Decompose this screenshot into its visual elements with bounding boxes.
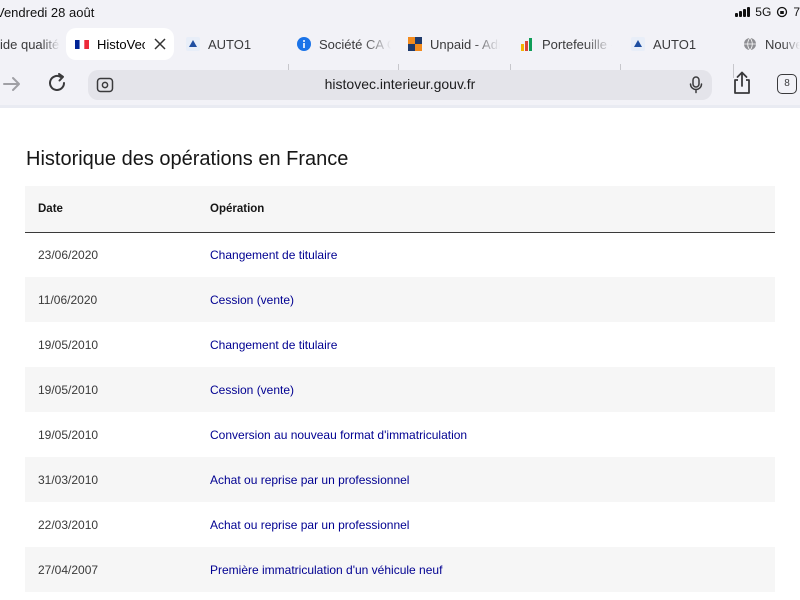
address-bar[interactable]: histovec.interieur.gouv.fr — [88, 70, 712, 100]
tab-label: Nouve — [765, 36, 800, 52]
row-operation: Achat ou reprise par un professionnel — [210, 472, 410, 487]
status-indicators: 5G 7 — [735, 5, 800, 19]
forward-arrow-icon[interactable] — [2, 74, 22, 94]
table-row: 19/05/2010 Cession (vente) — [25, 367, 775, 412]
table-row: 31/03/2010 Achat ou reprise par un profe… — [25, 457, 775, 502]
reload-icon[interactable] — [46, 72, 68, 94]
row-date: 19/05/2010 — [38, 427, 99, 442]
table-row: 19/05/2010 Changement de titulaire — [25, 322, 775, 367]
network-type: 5G — [755, 5, 772, 19]
tab-label: AUTO1 — [208, 36, 252, 52]
row-date: 31/03/2010 — [38, 472, 99, 487]
tab-unpaid[interactable]: Unpaid - Adm — [408, 28, 500, 60]
tab-label: AUTO1 — [653, 36, 697, 52]
table-row: 27/04/2007 Première immatriculation d'un… — [25, 547, 775, 592]
tab-label: Portefeuille - — [542, 36, 612, 52]
page-content: Historique des opérations en France Date… — [0, 108, 800, 600]
table-header-row: Date Opération — [25, 186, 775, 232]
tab-label: ide qualité — [0, 36, 60, 52]
table-row: 11/06/2020 Cession (vente) — [25, 277, 775, 322]
tab-portefeuille[interactable]: Portefeuille - — [520, 28, 612, 60]
table-row: 23/06/2020 Changement de titulaire — [25, 232, 775, 277]
operations-table: Date Opération 23/06/2020 Changement de … — [25, 186, 775, 592]
table-row: 22/03/2010 Achat ou reprise par un profe… — [25, 502, 775, 547]
row-date: 22/03/2010 — [38, 517, 99, 532]
info-icon — [297, 37, 311, 51]
tab-auto1[interactable]: AUTO1 — [186, 28, 282, 60]
url-text: histovec.interieur.gouv.fr — [324, 76, 476, 92]
tab-ide-qualite[interactable]: ide qualité — [0, 28, 60, 60]
page-title: Historique des opérations en France — [26, 148, 349, 170]
tab-nouvel-onglet[interactable]: Nouve — [743, 28, 800, 60]
column-header-operation: Opération — [210, 202, 265, 215]
tab-label: HistoVec — [97, 36, 145, 52]
tab-societe-ca[interactable]: Société CA C — [297, 28, 391, 60]
tab-bar: ide qualité HistoVec AUTO1 Société CA C … — [0, 28, 800, 78]
tab-count: 8 — [784, 78, 790, 89]
tab-count-button[interactable]: 8 — [777, 74, 797, 94]
globe-icon — [743, 37, 757, 51]
row-date: 11/06/2020 — [38, 292, 98, 307]
column-header-date: Date — [38, 202, 63, 215]
tab-label: Société CA C — [319, 36, 391, 52]
row-operation: Changement de titulaire — [210, 247, 338, 262]
row-operation: Cession (vente) — [210, 382, 295, 397]
microphone-icon[interactable] — [688, 76, 704, 94]
tab-histovec[interactable]: HistoVec — [66, 28, 174, 60]
row-date: 19/05/2010 — [38, 337, 99, 352]
row-date: 23/06/2020 — [38, 247, 99, 262]
tab-auto1-2[interactable]: AUTO1 — [631, 28, 727, 60]
battery-percent: 7 — [793, 5, 800, 19]
auto1-logo-icon — [631, 37, 645, 51]
navigation-bar: histovec.interieur.gouv.fr 8 — [0, 64, 800, 104]
rotation-lock-icon — [777, 6, 788, 18]
table-row: 19/05/2010 Conversion au nouveau format … — [25, 412, 775, 457]
unpaid-logo-icon — [408, 37, 422, 51]
row-operation: Première immatriculation d'un véhicule n… — [210, 562, 443, 577]
row-date: 27/04/2007 — [38, 562, 99, 577]
row-operation: Changement de titulaire — [210, 337, 338, 352]
row-operation: Conversion au nouveau format d'immatricu… — [210, 427, 468, 442]
status-date: Vendredi 28 août — [0, 5, 95, 20]
row-date: 19/05/2010 — [38, 382, 99, 397]
status-bar: Vendredi 28 août 5G 7 — [0, 0, 800, 26]
french-flag-icon — [75, 37, 89, 51]
auto1-logo-icon — [186, 37, 200, 51]
close-tab-icon[interactable] — [154, 38, 166, 50]
signal-strength-icon — [735, 7, 751, 17]
row-operation: Cession (vente) — [210, 292, 295, 307]
row-operation: Achat ou reprise par un professionnel — [210, 517, 410, 532]
tab-label: Unpaid - Adm — [430, 36, 500, 52]
share-icon[interactable] — [731, 71, 753, 95]
chart-logo-icon — [520, 37, 534, 51]
